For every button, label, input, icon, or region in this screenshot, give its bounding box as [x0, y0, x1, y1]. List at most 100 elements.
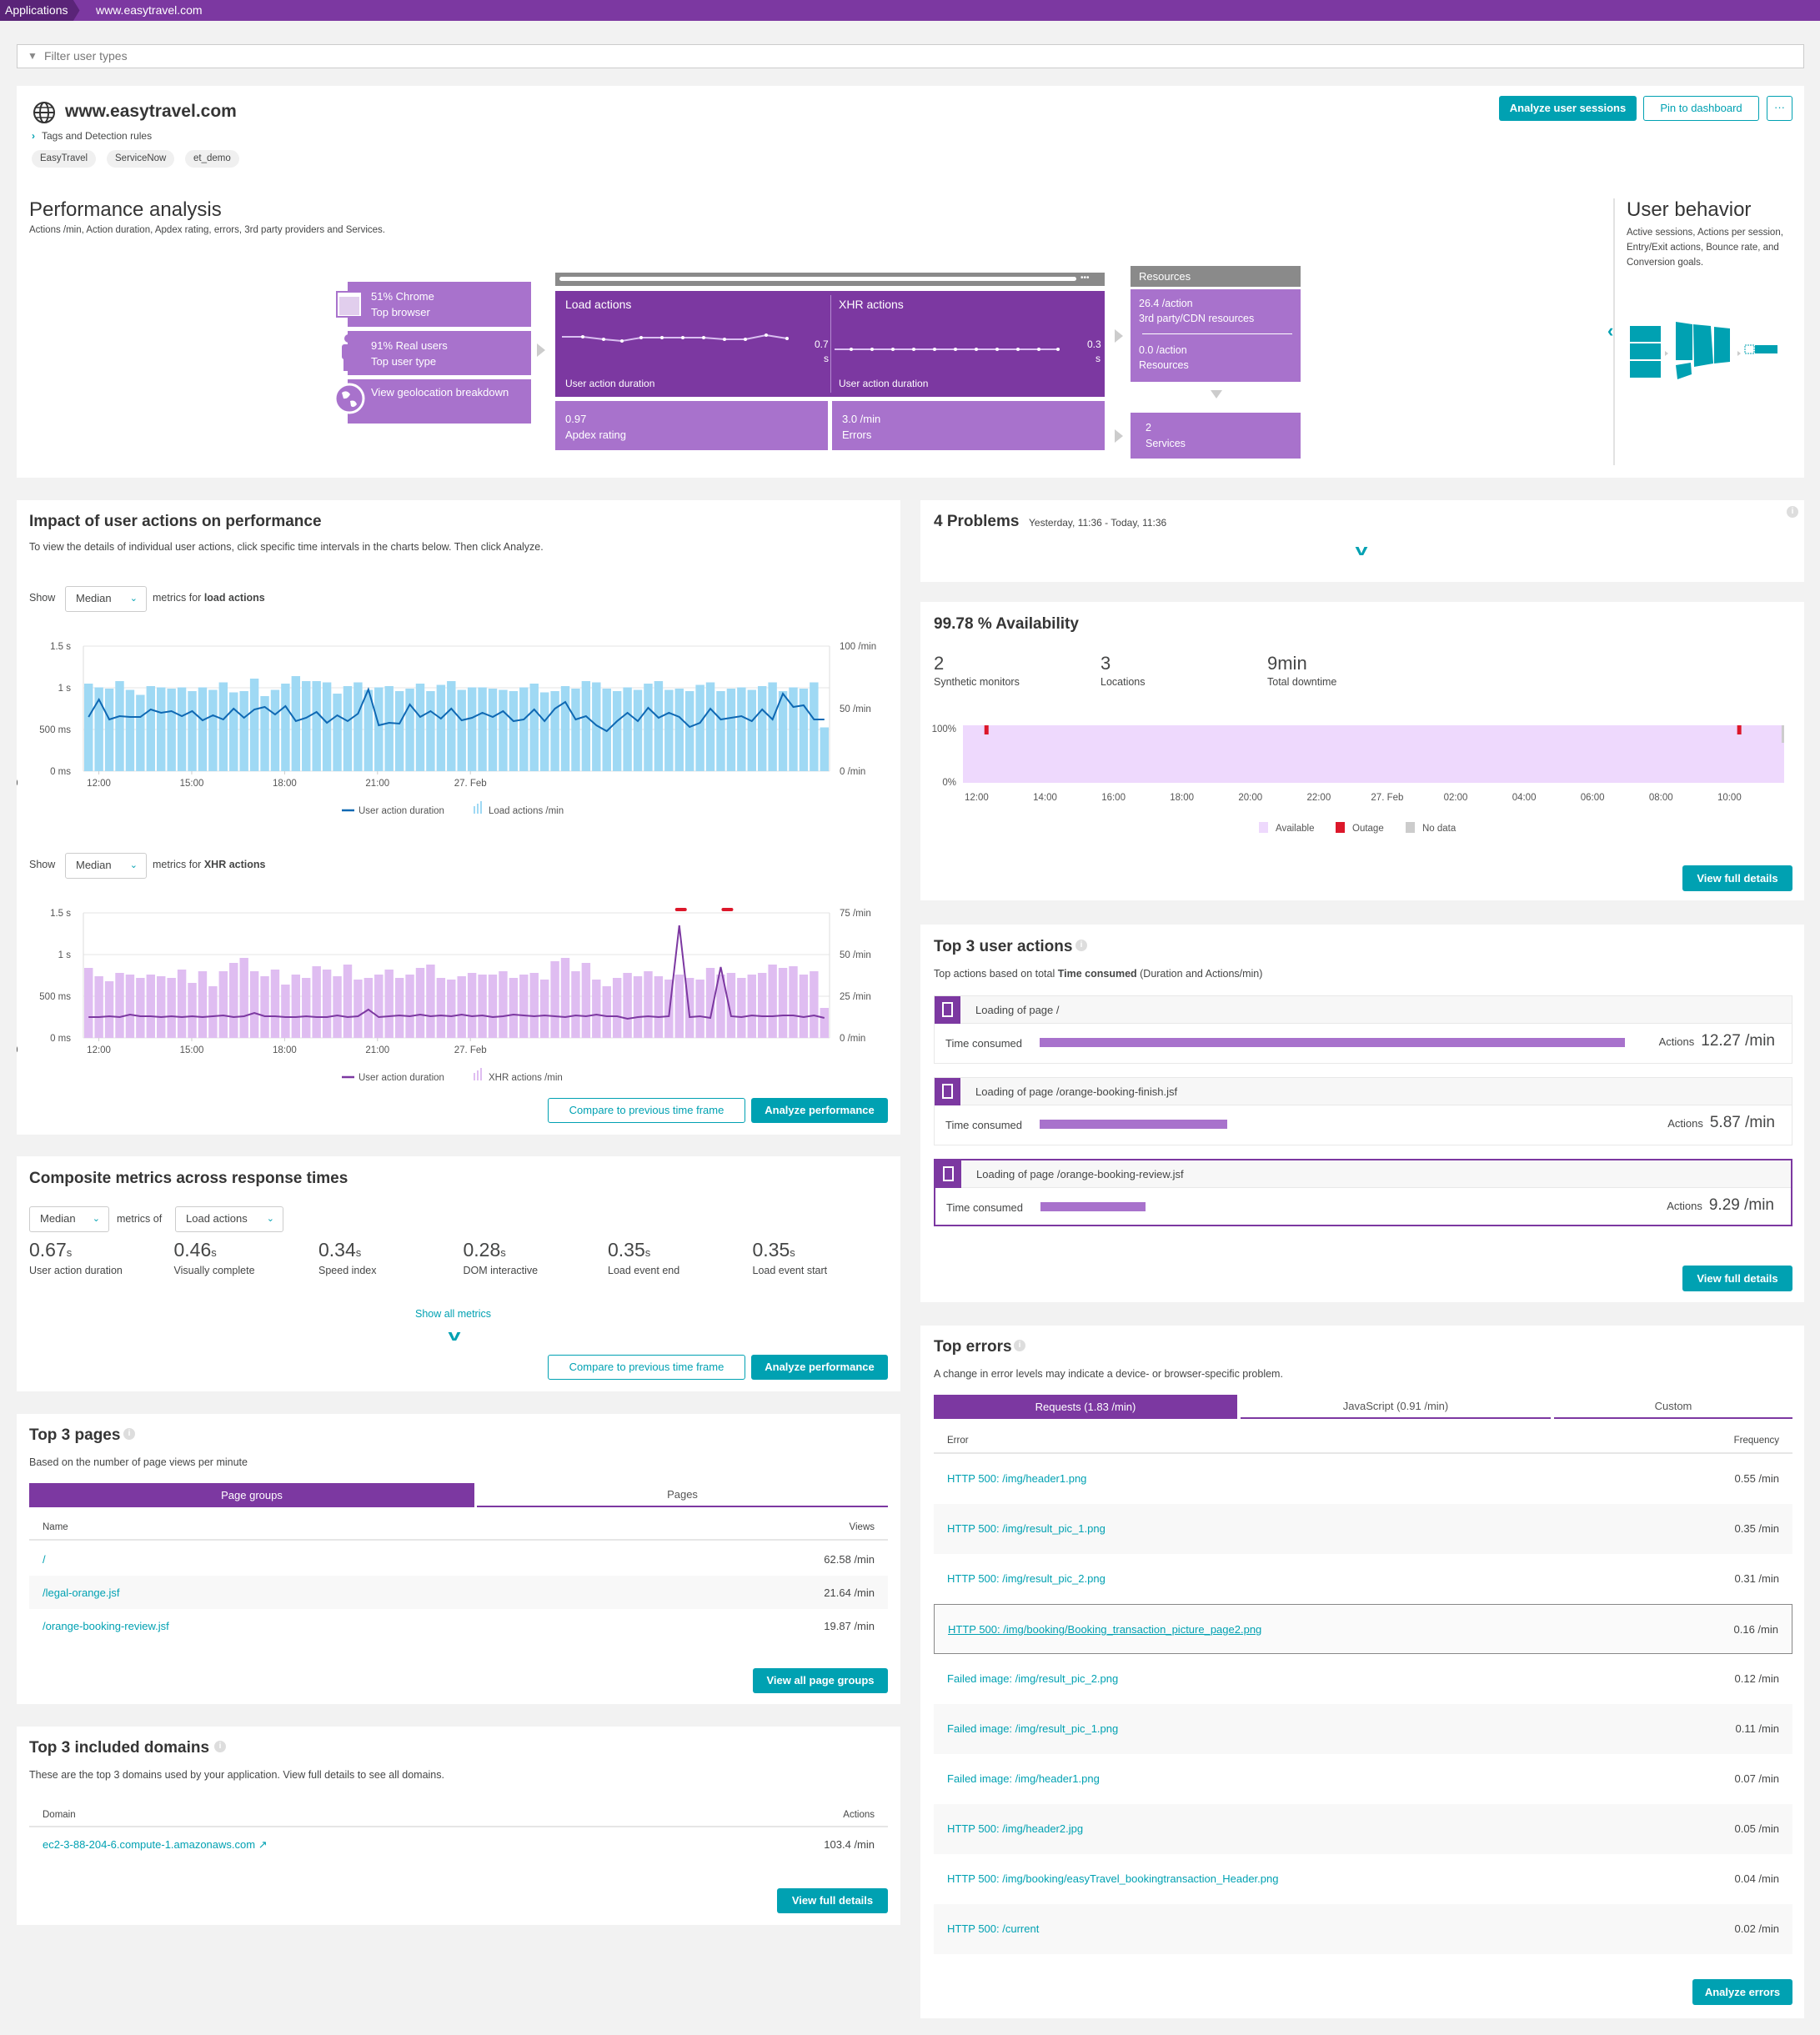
x-tick-label: 27. Feb	[454, 1045, 487, 1055]
xhr-actions-chart[interactable]: 0 ms 500 ms 1 s 1.5 s 0 /min 25 /min 50 /min 75…	[17, 900, 900, 1088]
metric-label: Visually complete	[173, 1265, 255, 1276]
bar	[529, 684, 539, 771]
more-options-button[interactable]: ···	[1767, 96, 1792, 121]
info-icon[interactable]: i	[214, 1741, 226, 1752]
tag-easytravel[interactable]: EasyTravel	[32, 150, 97, 168]
error-link[interactable]: HTTP 500: /img/header1.png	[947, 1472, 1086, 1485]
x-tick-label: 15:00	[180, 1045, 204, 1055]
view-full-details-button[interactable]: View full details	[1682, 1266, 1792, 1291]
tab-pages[interactable]: Pages	[477, 1483, 888, 1507]
error-link[interactable]: Failed image: /img/result_pic_1.png	[947, 1722, 1118, 1735]
breadcrumb-applications[interactable]: Applications	[0, 0, 80, 21]
bar	[239, 691, 248, 771]
error-link[interactable]: Failed image: /img/header1.png	[947, 1772, 1100, 1785]
user-action-item[interactable]: Loading of page /orange-booking-review.j…	[934, 1159, 1792, 1226]
time-consumed-bar	[1040, 1202, 1146, 1211]
show-all-metrics-link[interactable]: Show all metrics	[415, 1308, 491, 1320]
error-link[interactable]: HTTP 500: /img/booking/Booking_transacti…	[948, 1623, 1261, 1636]
bar	[488, 689, 498, 771]
services-tile[interactable]: 2 Services	[1131, 413, 1301, 459]
bar	[654, 976, 664, 1038]
error-link[interactable]: HTTP 500: /img/result_pic_1.png	[947, 1522, 1106, 1535]
bar	[509, 691, 519, 771]
composite-action-type-dropdown[interactable]: Load actions ⌄	[175, 1206, 283, 1232]
error-frequency: 0.55 /min	[1734, 1472, 1779, 1485]
breadcrumb-current[interactable]: www.easytravel.com	[96, 0, 203, 20]
bar	[768, 965, 777, 1038]
view-full-details-button[interactable]: View full details	[1682, 865, 1792, 891]
bar	[281, 985, 290, 1038]
compare-previous-button[interactable]: Compare to previous time frame	[548, 1098, 745, 1123]
x-tick-label: 27. Feb	[1371, 793, 1403, 803]
error-link[interactable]: HTTP 500: /img/booking/easyTravel_bookin…	[947, 1872, 1278, 1885]
bar	[188, 691, 197, 771]
filter-placeholder: Filter user types	[44, 49, 128, 63]
tab-custom[interactable]: Custom	[1554, 1395, 1792, 1419]
view-all-page-groups-button[interactable]: View all page groups	[753, 1668, 888, 1693]
time-consumed-label: Time consumed	[945, 1119, 1022, 1131]
bar	[239, 958, 248, 1038]
error-link[interactable]: HTTP 500: /img/result_pic_2.png	[947, 1572, 1106, 1585]
user-action-item[interactable]: Loading of page /orange-booking-finish.j…	[934, 1077, 1792, 1145]
y-tick-label: 100%	[932, 724, 956, 734]
tab-page-groups[interactable]: Page groups	[29, 1483, 474, 1507]
xhr-sparkline	[835, 348, 1060, 351]
analyze-performance-button[interactable]: Analyze performance	[751, 1098, 888, 1123]
composite-aggregation-dropdown[interactable]: Median ⌄	[29, 1206, 109, 1232]
error-link[interactable]: Failed image: /img/result_pic_2.png	[947, 1672, 1118, 1685]
tab-requests[interactable]: Requests (1.83 /min)	[934, 1395, 1237, 1419]
tab-javascript[interactable]: JavaScript (0.91 /min)	[1241, 1395, 1551, 1419]
resources-tile[interactable]: 26.4 /action 3rd party/CDN resources 0.0…	[1131, 289, 1301, 382]
error-frequency: 0.11 /min	[1735, 1722, 1779, 1735]
domain-link[interactable]: ec2-3-88-204-6.compute-1.amazonaws.com ↗	[43, 1838, 268, 1852]
page-link[interactable]: /	[43, 1553, 46, 1566]
filter-user-types-input[interactable]: ▼ Filter user types	[17, 44, 1804, 68]
info-icon[interactable]: i	[1075, 940, 1087, 951]
action-name: Loading of page /	[975, 1004, 1060, 1016]
x-tick-label: 16:00	[1101, 793, 1126, 803]
x-tick-label: 08:00	[1649, 793, 1673, 803]
chevron-down-icon[interactable]: v	[448, 1327, 460, 1345]
bar	[270, 970, 280, 1038]
chevron-left-icon[interactable]: ‹	[1607, 320, 1613, 342]
page-link[interactable]: /orange-booking-review.jsf	[43, 1620, 169, 1632]
error-link[interactable]: HTTP 500: /img/header2.jpg	[947, 1822, 1083, 1835]
apdex-tile[interactable]: 0.97 Apdex rating	[555, 401, 828, 450]
bar	[560, 958, 570, 1038]
pin-to-dashboard-button[interactable]: Pin to dashboard	[1643, 96, 1759, 121]
bar	[146, 975, 156, 1038]
error-link[interactable]: HTTP 500: /current	[947, 1922, 1039, 1935]
analyze-errors-button[interactable]: Analyze errors	[1692, 1979, 1792, 2005]
xhr-actions-tile[interactable]: XHR actions 0.3 s User action duration	[830, 291, 1105, 397]
user-behavior-funnel[interactable]	[1630, 317, 1797, 388]
info-icon[interactable]: i	[1787, 506, 1798, 518]
bar	[457, 976, 466, 1038]
info-icon[interactable]: i	[123, 1428, 135, 1440]
view-full-details-button[interactable]: View full details	[777, 1888, 888, 1913]
bar	[302, 978, 311, 1038]
analyze-user-sessions-button[interactable]: Analyze user sessions	[1499, 96, 1637, 121]
tags-toggle[interactable]: › Tags and Detection rules	[32, 130, 152, 142]
y-tick-label: 0%	[942, 778, 956, 788]
tag-servicenow[interactable]: ServiceNow	[107, 150, 175, 168]
expand-problems-chevron-icon[interactable]: v	[1355, 542, 1367, 559]
tag-et-demo[interactable]: et_demo	[185, 150, 239, 168]
metric-value: 0.35s	[752, 1239, 795, 1261]
load-aggregation-dropdown[interactable]: Median ⌄	[65, 586, 147, 612]
page-link[interactable]: /legal-orange.jsf	[43, 1586, 120, 1599]
compare-previous-button[interactable]: Compare to previous time frame	[548, 1355, 745, 1380]
top-user-type-tile[interactable]: 91% Real users Top user type	[348, 331, 531, 375]
availability-chart[interactable]: 0% 100% 12:00 14:00 16:00 18:00 20:00 22:00 27. …	[920, 717, 1804, 842]
geolocation-tile[interactable]: View geolocation breakdown	[348, 379, 531, 424]
composite-metric: 0.34s Speed index	[318, 1239, 377, 1276]
load-actions-tile[interactable]: Load actions 0.7 s User action duration	[555, 291, 830, 397]
xhr-aggregation-dropdown[interactable]: Median ⌄	[65, 853, 147, 879]
analyze-performance-button[interactable]: Analyze performance	[751, 1355, 888, 1380]
load-actions-chart[interactable]: 0 ms 500 ms 1 s 1.5 s 0 /min 50 /min 100 /min 1…	[17, 634, 900, 821]
info-icon[interactable]: i	[1014, 1340, 1025, 1351]
user-action-item[interactable]: Loading of page / Time consumed Actions 1…	[934, 995, 1792, 1064]
legend-label: XHR actions /min	[489, 1073, 563, 1083]
top-browser-tile[interactable]: 51% Chrome Top browser	[348, 282, 531, 327]
errors-tile[interactable]: 3.0 /min Errors	[832, 401, 1105, 450]
composite-metric: 0.28s DOM interactive	[464, 1239, 539, 1276]
